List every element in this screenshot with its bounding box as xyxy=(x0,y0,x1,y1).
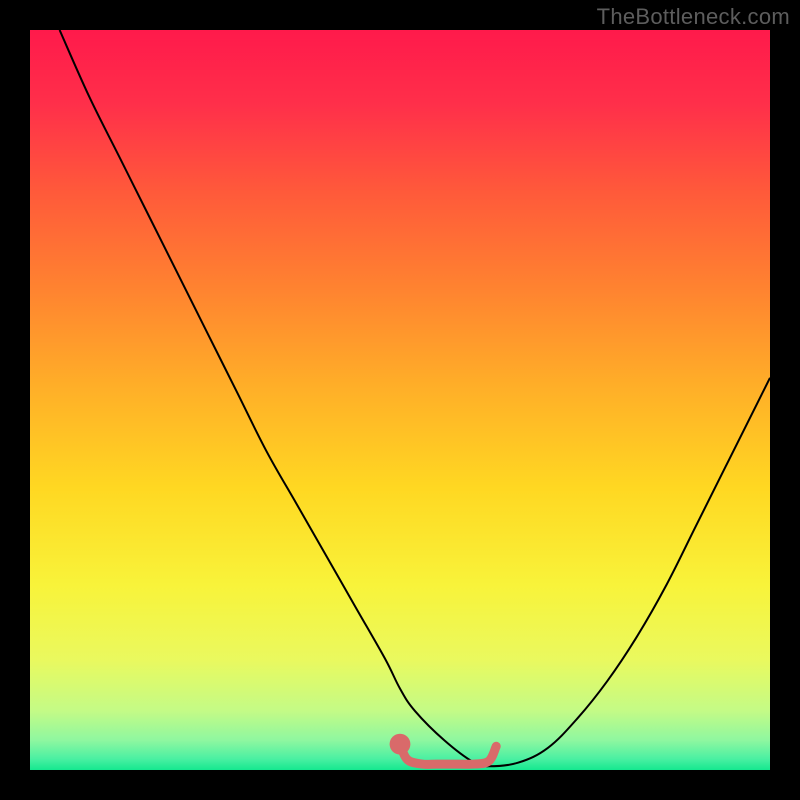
marker-start-dot xyxy=(390,734,411,755)
gradient-background xyxy=(30,30,770,770)
watermark-text: TheBottleneck.com xyxy=(597,4,790,30)
plot-area xyxy=(30,30,770,770)
chart-frame: TheBottleneck.com xyxy=(0,0,800,800)
chart-svg xyxy=(30,30,770,770)
